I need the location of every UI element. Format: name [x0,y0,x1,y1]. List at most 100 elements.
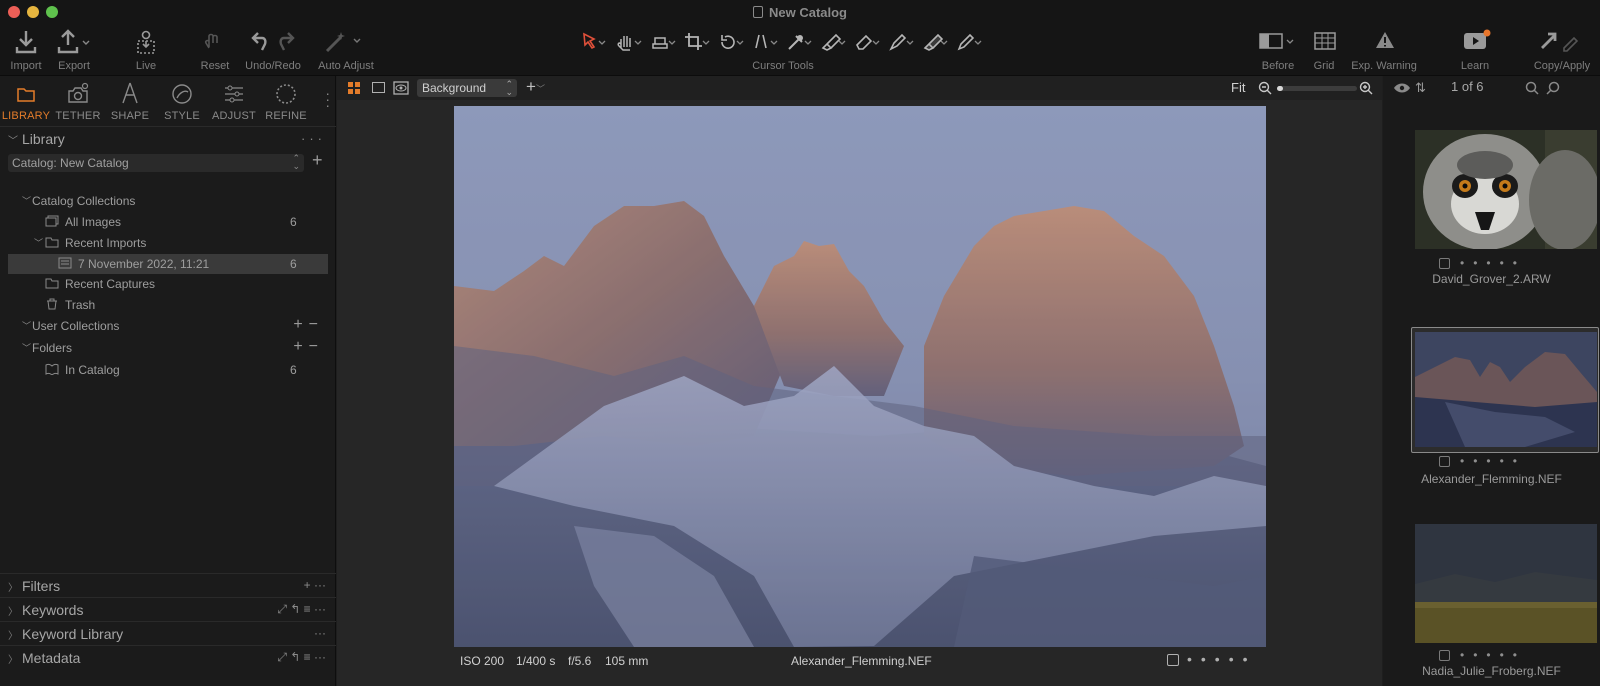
viewer: Background ⌃ ⌄ +﹀ Fit ISO 200 1/400 s f/… [337,76,1382,686]
sort-arrows-icon[interactable]: ⇅ [1415,80,1426,96]
select-checkbox[interactable] [1167,654,1179,666]
import-entry-count: 6 [290,257,297,271]
gradient-mask-cursor-tool[interactable] [922,32,950,55]
eye-icon[interactable] [1393,82,1411,94]
tab-refine[interactable]: REFINE [260,78,312,122]
export-button[interactable] [56,29,92,58]
more-options-icon[interactable]: ··· [301,131,326,146]
redo-button[interactable] [278,29,296,56]
image-filename: Alexander_Flemming.NEF [791,654,932,668]
before-button[interactable] [1258,32,1298,55]
live-button[interactable] [134,29,158,60]
mask-brush-cursor-tool[interactable] [820,32,848,55]
background-select[interactable]: Background ⌃ ⌄ [417,79,517,97]
multi-view-grid-icon[interactable] [347,81,361,95]
add-catalog-icon[interactable]: + [312,150,323,171]
gradient-brush-icon [923,33,948,51]
camera-icon [68,82,89,103]
import-label: Import [10,60,42,72]
keywords-actions-icons[interactable]: ⤢ ↰ ≡ ··· [277,602,326,617]
chevron-down-icon: ﹀ [22,343,32,353]
tab-tether-label: TETHER [55,110,101,122]
catalog-select[interactable]: Catalog: New Catalog ⌃ ⌄ [8,154,304,172]
tree-user-collections[interactable]: ﹀ User Collections +− [8,316,328,336]
zoom-fit-label[interactable]: Fit [1231,80,1245,95]
arrow-cursor-icon [583,32,606,50]
keyword-library-section-header[interactable]: 〉 Keyword Library ··· [0,621,336,645]
crop-cursor-tool[interactable] [684,32,712,55]
export-icon [57,29,90,54]
grid-button[interactable] [1313,31,1337,54]
keystone-cursor-tool[interactable] [752,32,780,55]
add-remove-folder-icons[interactable]: +− [293,338,324,356]
picker-cursor-tool[interactable] [786,32,814,55]
rotate-icon [721,35,744,49]
exposure-warning-button[interactable] [1374,30,1396,53]
keystone-icon [755,34,778,49]
add-remove-user-collection-icons[interactable]: +− [293,316,324,334]
pen-icon [889,33,914,51]
add-variant-icon[interactable]: +﹀ [526,77,545,97]
tree-recent-captures[interactable]: Recent Captures [8,274,328,294]
library-section-header[interactable]: ﹀ Library ··· [0,126,336,150]
select-checkbox[interactable] [1439,456,1450,467]
browser-count: 1 of 6 [1451,79,1484,94]
learn-button[interactable] [1462,29,1492,56]
main-image[interactable] [454,106,1266,647]
tree-import-entry[interactable]: 7 November 2022, 11:21 6 [8,254,328,274]
viewer-toolbar: Background ⌃ ⌄ +﹀ Fit [337,76,1382,100]
reset-button[interactable] [204,29,222,56]
chevron-down-icon: ﹀ [22,321,32,331]
keywords-section-header[interactable]: 〉 Keywords ⤢ ↰ ≡ ··· [0,597,336,621]
main-toolbar: Import Export Live Reset Undo/Redo Auto … [0,24,1600,76]
search-icon[interactable] [1525,81,1539,95]
more-options-icon[interactable]: ··· [314,626,326,640]
filters-section-header[interactable]: 〉 Filters + ··· [0,573,336,597]
tree-catalog-collections[interactable]: ﹀ Catalog Collections [8,191,328,211]
library-section-title: Library [22,131,65,147]
star-rating[interactable]: ••••• [1460,648,1526,662]
zoom-in-icon[interactable] [1359,81,1373,95]
tab-style[interactable]: STYLE [156,78,208,122]
star-rating[interactable]: ••••• [1460,256,1526,270]
tree-trash[interactable]: Trash [8,295,328,315]
metadata-actions-icons[interactable]: ⤢ ↰ ≡ ··· [277,650,326,665]
tree-in-catalog[interactable]: In Catalog 6 [8,360,328,380]
tab-tether[interactable]: TETHER [52,78,104,122]
magic-wand-icon [325,32,361,53]
draw-mask-cursor-tool[interactable] [888,32,916,55]
star-rating[interactable]: ••••• [1460,454,1526,468]
proof-eye-icon[interactable] [393,81,409,95]
thumbnail-filename: Nadia_Julie_Froberg.NEF [1422,664,1561,678]
tab-library[interactable]: LIBRARY [0,78,52,122]
tab-shape[interactable]: SHAPE [104,78,156,122]
select-cursor-tool[interactable] [580,32,608,55]
lemur-thumbnail [1415,130,1597,249]
annotate-cursor-tool[interactable] [956,32,984,55]
rotate-cursor-tool[interactable] [718,32,746,55]
metadata-section-header[interactable]: 〉 Metadata ⤢ ↰ ≡ ··· [0,645,336,669]
filters-actions-icons[interactable]: + ··· [304,578,326,592]
tool-tabs-more-icon[interactable]: · · · [325,86,330,112]
brush-icon [821,33,846,51]
live-icon [137,30,155,54]
eraser-cursor-tool[interactable] [854,32,882,55]
single-view-icon[interactable] [372,82,385,93]
star-rating[interactable]: ••••• [1187,651,1257,667]
select-checkbox[interactable] [1439,650,1450,661]
tree-all-images[interactable]: All Images 6 [8,212,328,232]
undo-button[interactable] [250,29,268,56]
zoom-out-icon[interactable] [1258,81,1272,95]
select-checkbox[interactable] [1439,258,1450,269]
import-button[interactable] [14,29,38,58]
tree-recent-imports[interactable]: ﹀ Recent Imports [8,233,328,253]
tree-folders[interactable]: ﹀ Folders +− [8,338,328,358]
pan-cursor-tool[interactable] [616,32,644,55]
thumbnail-size-icon[interactable] [1546,81,1560,95]
copy-apply-button[interactable] [1538,30,1582,55]
zoom-slider[interactable] [1277,86,1357,91]
folder-icon [45,278,59,289]
tab-adjust[interactable]: ADJUST [208,78,260,122]
auto-adjust-button[interactable] [324,29,364,56]
stamp-cursor-tool[interactable] [650,32,678,55]
